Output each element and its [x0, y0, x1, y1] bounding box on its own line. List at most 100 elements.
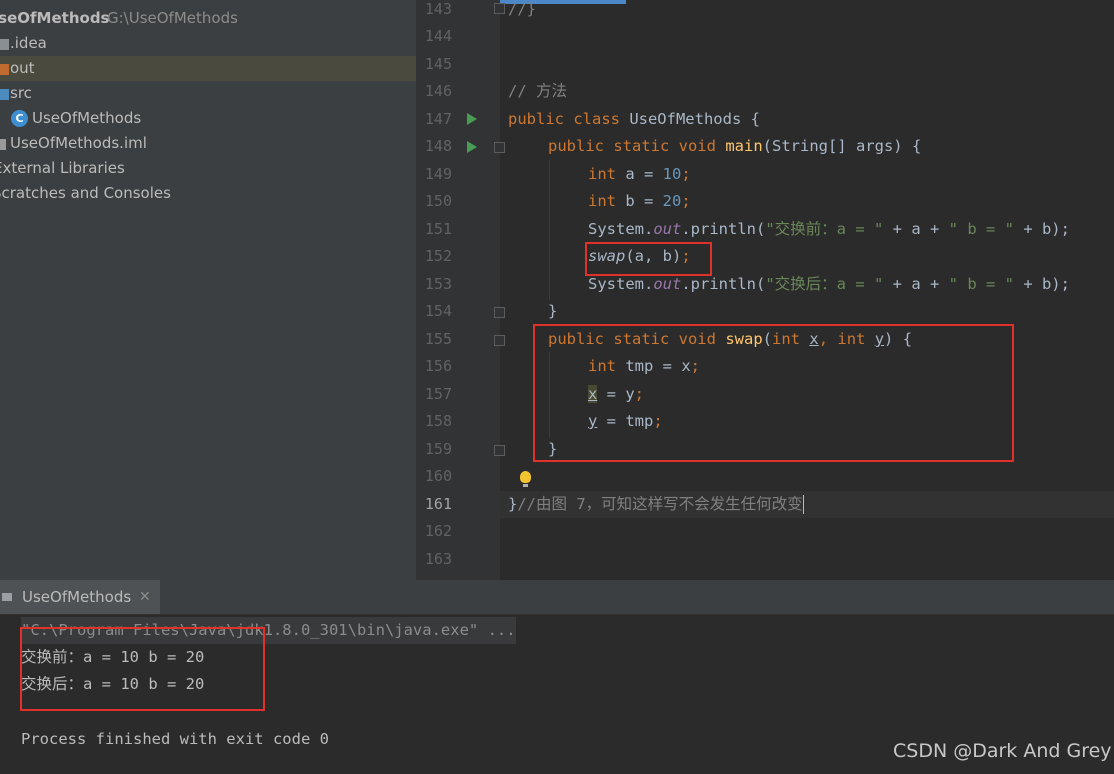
- tree-item-iml[interactable]: UseOfMethods.iml: [0, 131, 416, 156]
- lightbulb-base: [523, 484, 528, 487]
- code-number: 10: [662, 165, 682, 183]
- code-line-150: int b = 20;: [588, 188, 691, 215]
- code-function: main: [725, 137, 763, 155]
- tree-root-name: UseOfMethods: [0, 9, 110, 27]
- tree-item-external-libraries[interactable]: External Libraries: [0, 156, 416, 181]
- close-icon[interactable]: ✕: [139, 589, 151, 605]
- line-number: 155: [424, 330, 452, 348]
- code-string: " b = ": [948, 275, 1014, 293]
- code-comment: //由图 7，可知这样写不会发生任何改变: [517, 495, 803, 513]
- code-line-147: public class UseOfMethods {: [508, 106, 760, 133]
- line-number: 145: [424, 55, 452, 73]
- code-token: }: [508, 495, 518, 513]
- line-number: 144: [424, 27, 452, 45]
- code-token: + b);: [1013, 220, 1070, 238]
- code-token: + a +: [883, 220, 949, 238]
- code-token: ;: [681, 192, 691, 210]
- code-token: System.: [588, 275, 654, 293]
- tree-item-scratches[interactable]: Scratches and Consoles: [0, 181, 416, 206]
- code-comment: // 方法: [508, 82, 567, 100]
- code-keyword: public class: [508, 110, 620, 128]
- highlight-box-output: [20, 627, 265, 711]
- tree-item-label: Scratches and Consoles: [0, 184, 171, 202]
- highlight-box-swap-call: [585, 242, 712, 276]
- tree-item-label: UseOfMethods: [32, 109, 142, 127]
- watermark: CSDN @Dark And Grey: [893, 740, 1112, 762]
- java-class-icon: C: [11, 110, 28, 127]
- code-token: b =: [616, 192, 663, 210]
- code-line-146: // 方法: [508, 78, 567, 105]
- line-number: 153: [424, 275, 452, 293]
- run-tab-icon: [2, 593, 12, 601]
- tree-item-label: External Libraries: [0, 159, 125, 177]
- fold-marker-icon[interactable]: [494, 445, 505, 456]
- fold-marker-icon[interactable]: [494, 307, 505, 318]
- line-number: 156: [424, 357, 452, 375]
- console-exit-message: Process finished with exit code 0: [21, 730, 329, 748]
- code-static-field: out: [653, 275, 682, 293]
- code-token: }: [548, 302, 558, 320]
- code-keyword: public static void: [548, 137, 716, 155]
- line-number: 157: [424, 385, 452, 403]
- code-line-161: }//由图 7，可知这样写不会发生任何改变: [508, 491, 804, 518]
- code-string: "交换后：a = ": [765, 275, 884, 293]
- fold-marker-icon[interactable]: [494, 3, 505, 14]
- code-keyword: int: [588, 165, 616, 183]
- tree-item-class[interactable]: C UseOfMethods: [0, 106, 416, 131]
- tree-item-label: UseOfMethods.iml: [10, 134, 147, 152]
- line-number: 162: [424, 522, 452, 540]
- folder-icon: [0, 39, 9, 50]
- highlight-box-swap-method: [533, 324, 1014, 462]
- run-class-icon[interactable]: [467, 113, 477, 125]
- folder-icon: [0, 64, 9, 75]
- code-token: .println(: [681, 275, 766, 293]
- line-number: 152: [424, 247, 452, 265]
- text-cursor: [802, 495, 804, 514]
- tree-root-path: G:\UseOfMethods: [107, 9, 238, 27]
- tree-item-src[interactable]: src: [0, 81, 416, 106]
- lightbulb-icon[interactable]: [520, 471, 531, 483]
- code-string: " b = ": [948, 220, 1014, 238]
- line-number: 158: [424, 412, 452, 430]
- tree-item-idea[interactable]: .idea: [0, 31, 416, 56]
- code-token: UseOfMethods {: [619, 110, 760, 128]
- code-token: + b);: [1013, 275, 1070, 293]
- code-token: (String[] args) {: [762, 137, 922, 155]
- run-tab-bar: UseOfMethods ✕: [0, 580, 1114, 615]
- line-number-current: 161: [424, 495, 452, 513]
- line-number: 146: [424, 82, 452, 100]
- line-number: 159: [424, 440, 452, 458]
- code-line-151: System.out.println("交换前：a = " + a + " b …: [588, 216, 1070, 243]
- run-panel: UseOfMethods ✕ "C:\Program Files\Java\jd…: [0, 580, 1114, 774]
- indent-guide: [549, 160, 550, 300]
- tree-item-out[interactable]: out: [0, 56, 416, 81]
- line-number: 160: [424, 467, 452, 485]
- code-line-154: }: [548, 298, 557, 325]
- run-tab-label: UseOfMethods: [22, 588, 132, 606]
- fold-marker-icon[interactable]: [494, 142, 505, 153]
- fold-marker-icon[interactable]: [494, 335, 505, 346]
- code-line-143: //}: [508, 0, 536, 23]
- line-number: 163: [424, 550, 452, 568]
- line-number: 151: [424, 220, 452, 238]
- tree-root[interactable]: UseOfMethods G:\UseOfMethods: [0, 6, 416, 31]
- tree-item-label: .idea: [10, 34, 47, 52]
- code-token: .println(: [681, 220, 766, 238]
- project-tree: UseOfMethods G:\UseOfMethods .idea out s…: [0, 0, 416, 580]
- line-number: 148: [424, 137, 452, 155]
- code-keyword: int: [588, 192, 616, 210]
- line-number: 147: [424, 110, 452, 128]
- code-token: + a +: [883, 275, 949, 293]
- code-number: 20: [662, 192, 682, 210]
- run-main-icon[interactable]: [467, 141, 477, 153]
- file-icon: [0, 139, 6, 150]
- line-number: 154: [424, 302, 452, 320]
- tab-run-useofmethods[interactable]: UseOfMethods ✕: [0, 580, 160, 614]
- line-gutter: 143 144 145 146 147 148 149 150 151 152 …: [416, 0, 505, 580]
- code-token: a =: [616, 165, 663, 183]
- code-string: "交换前：a = ": [765, 220, 884, 238]
- code-token: System.: [588, 220, 654, 238]
- folder-icon: [0, 89, 9, 100]
- code-token: //}: [508, 0, 536, 18]
- code-editor[interactable]: 143 144 145 146 147 148 149 150 151 152 …: [416, 0, 1114, 580]
